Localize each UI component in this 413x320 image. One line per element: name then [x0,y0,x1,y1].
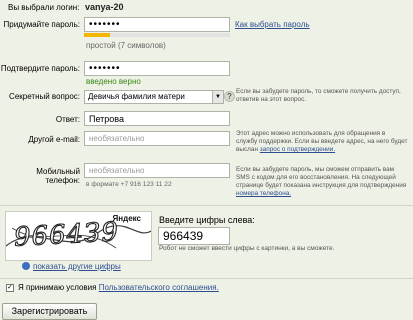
refresh-captcha-icon[interactable] [22,262,30,270]
captcha-prompt: Введите цифры слева: [159,215,255,225]
confirm-password-label: Подтвердите пароль: [0,64,80,73]
login-value: vanya-20 [85,2,124,12]
secret-question-select[interactable]: Девичья фамилия матери ▼ [84,90,224,104]
user-agreement-link[interactable]: Пользовательского соглашения. [99,283,219,292]
password-label: Придумайте пароль: [3,20,80,29]
mobile-phone-help: Если вы забудете пароль, мы сможем отпра… [236,166,408,198]
mobile-phone-field[interactable]: необязательно [84,163,230,178]
terms-text: Я принимаю условия Пользовательского сог… [18,283,219,292]
register-button[interactable]: Зарегистрировать [2,303,97,320]
captcha-image: 9664З9 Яндекс [5,211,152,261]
other-email-label: Другой e-mail: [28,135,80,144]
secret-question-value: Девичья фамилия матери [88,92,185,101]
password-strength-bar [84,33,111,37]
mobile-phone-format: в формате +7 916 123 11 22 [86,181,172,188]
show-other-digits-link[interactable]: показать другие цифры [33,262,121,271]
secret-question-help: Если вы забудете пароль, то сможете полу… [236,88,401,103]
help-question-icon[interactable]: ? [224,91,235,102]
phone-number-link[interactable]: номера телефона. [236,190,291,197]
how-to-choose-password-link[interactable]: Как выбрать пароль [235,20,310,29]
separator [0,205,413,206]
answer-label: Ответ: [55,115,80,124]
captcha-input[interactable]: 966439 [158,227,230,245]
password-strength-track [84,33,230,37]
other-email-field[interactable]: необязательно [84,131,230,146]
password-strength-text: простой (7 символов) [86,41,166,50]
other-email-help: Этот адрес можно использовать для обраще… [236,130,408,154]
terms-label: Я принимаю условия [18,283,97,292]
confirm-password-field[interactable]: ••••••• [84,61,230,76]
captcha-text: 9664З9 [13,217,120,254]
answer-field[interactable]: Петрова [84,111,230,126]
mobile-phone-help-text: Если вы забудете пароль, мы сможем отпра… [236,166,407,189]
confirm-password-status: введено верно [86,77,141,86]
terms-checkbox[interactable]: ✓ [6,284,14,292]
login-label: Вы выбрали логин: [8,3,80,12]
confirmation-request-link[interactable]: запрос о подтверждении. [260,146,335,153]
chevron-down-icon[interactable]: ▼ [212,91,223,103]
captcha-note: Робот не сможет ввести цифры с картинки,… [159,245,335,252]
separator [0,278,413,279]
mobile-phone-label: Мобильный телефон: [36,167,80,185]
password-field[interactable]: ••••••• [84,17,230,32]
yandex-logo: Яндекс [112,214,141,223]
secret-question-label: Секретный вопрос: [9,92,80,101]
